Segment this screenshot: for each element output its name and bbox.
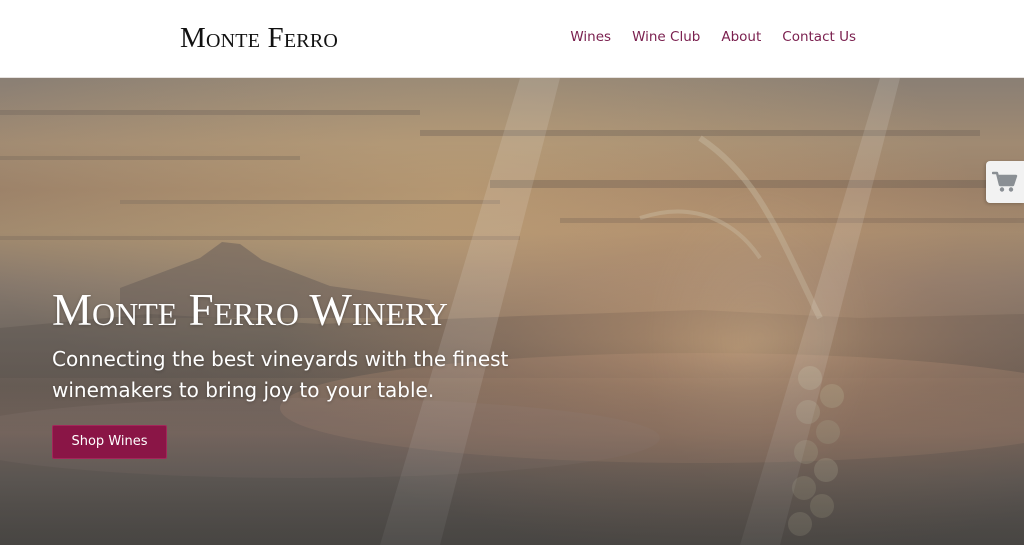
cart-button[interactable] bbox=[986, 161, 1024, 203]
nav-link-wine-club[interactable]: Wine Club bbox=[632, 27, 700, 47]
hero-title: Monte Ferro Winery bbox=[52, 285, 448, 335]
nav-link-about[interactable]: About bbox=[721, 27, 761, 47]
site-logo[interactable]: Monte Ferro bbox=[180, 22, 338, 54]
site-header: Monte Ferro Wines Wine Club About Contac… bbox=[0, 0, 1024, 78]
hero-subtitle: Connecting the best vineyards with the f… bbox=[52, 347, 509, 402]
shop-wines-button[interactable]: Shop Wines bbox=[52, 425, 167, 459]
cart-icon bbox=[992, 171, 1018, 192]
nav-link-contact-us[interactable]: Contact Us bbox=[782, 27, 856, 47]
main-nav: Wines Wine Club About Contact Us bbox=[570, 27, 856, 47]
hero-section: Monte Ferro Winery Connecting the best v… bbox=[0, 78, 1024, 545]
nav-link-wines[interactable]: Wines bbox=[570, 27, 611, 47]
